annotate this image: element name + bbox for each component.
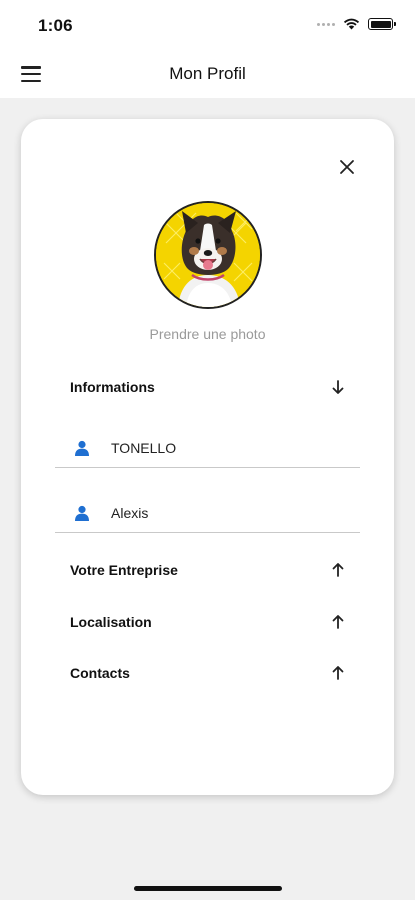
status-bar: 1:06 [0, 0, 415, 50]
avatar[interactable] [154, 201, 262, 309]
section-informations-header[interactable]: Informations [70, 375, 345, 399]
navigation-bar: Mon Profil [0, 50, 415, 98]
arrow-down-icon [332, 380, 344, 394]
arrow-up-icon [332, 563, 344, 577]
dog-photo-avatar [156, 203, 260, 307]
section-informations-title: Informations [70, 379, 155, 395]
first-name-value: Alexis [111, 504, 149, 521]
section-localisation-title: Localisation [70, 614, 152, 630]
section-localisation-header[interactable]: Localisation [70, 610, 345, 634]
close-icon[interactable] [338, 158, 356, 176]
page-title: Mon Profil [169, 64, 246, 83]
profile-card: Prendre une photo Informations TONELLO A… [21, 119, 394, 795]
home-indicator [134, 886, 282, 891]
section-entreprise-title: Votre Entreprise [70, 562, 178, 578]
arrow-up-icon [332, 615, 344, 629]
status-time: 1:06 [38, 16, 73, 35]
section-contacts-header[interactable]: Contacts [70, 661, 345, 685]
person-icon [75, 440, 89, 456]
last-name-field[interactable]: TONELLO [55, 428, 360, 468]
first-name-field[interactable]: Alexis [55, 493, 360, 533]
person-icon [75, 505, 89, 521]
section-contacts-title: Contacts [70, 665, 130, 681]
arrow-up-icon [332, 666, 344, 680]
take-photo-button[interactable]: Prendre une photo [21, 326, 394, 342]
last-name-value: TONELLO [111, 439, 177, 456]
section-entreprise-header[interactable]: Votre Entreprise [70, 558, 345, 582]
status-icons [317, 18, 396, 30]
battery-icon [368, 18, 396, 30]
cellular-signal-icon [317, 22, 335, 26]
wifi-icon [343, 18, 360, 30]
